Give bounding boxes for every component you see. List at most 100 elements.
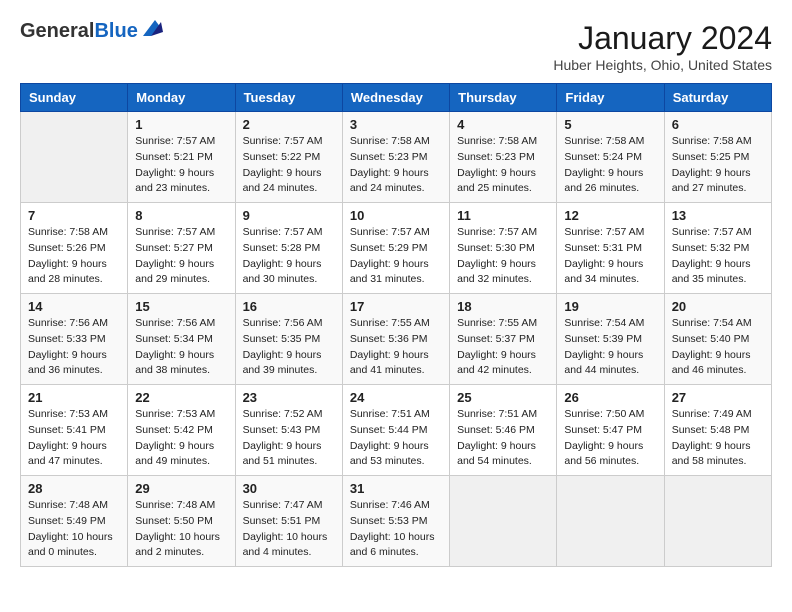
day-number: 1: [135, 117, 227, 132]
day-info: Sunrise: 7:51 AMSunset: 5:46 PMDaylight:…: [457, 407, 549, 470]
day-info: Sunrise: 7:53 AMSunset: 5:41 PMDaylight:…: [28, 407, 120, 470]
day-number: 11: [457, 208, 549, 223]
calendar-cell: 4 Sunrise: 7:58 AMSunset: 5:23 PMDaylight…: [450, 112, 557, 203]
calendar-cell: 18Sunrise: 7:55 AMSunset: 5:37 PMDayligh…: [450, 294, 557, 385]
day-info: Sunrise: 7:57 AMSunset: 5:27 PMDaylight:…: [135, 225, 227, 288]
day-number: 20: [672, 299, 764, 314]
day-number: 14: [28, 299, 120, 314]
calendar-cell: 8Sunrise: 7:57 AMSunset: 5:27 PMDaylight…: [128, 203, 235, 294]
weekday-header: Saturday: [664, 84, 771, 112]
calendar-cell: [21, 112, 128, 203]
calendar-title: January 2024: [553, 20, 772, 57]
day-info: Sunrise: 7:50 AMSunset: 5:47 PMDaylight:…: [564, 407, 656, 470]
day-info: Sunrise: 7:57 AMSunset: 5:22 PMDaylight:…: [243, 134, 335, 197]
calendar-cell: 25Sunrise: 7:51 AMSunset: 5:46 PMDayligh…: [450, 385, 557, 476]
day-info: Sunrise: 7:57 AMSunset: 5:32 PMDaylight:…: [672, 225, 764, 288]
weekday-header: Monday: [128, 84, 235, 112]
calendar-cell: 20 Sunrise: 7:54 AMSunset: 5:40 PMDayligh…: [664, 294, 771, 385]
day-info: Sunrise: 7:46 AMSunset: 5:53 PMDaylight:…: [350, 498, 442, 561]
day-number: 9: [243, 208, 335, 223]
calendar-cell: [557, 476, 664, 567]
logo-bird-icon: [141, 18, 163, 38]
day-number: 31: [350, 481, 442, 496]
calendar-cell: 5Sunrise: 7:58 AMSunset: 5:24 PMDaylight…: [557, 112, 664, 203]
calendar-cell: 7 Sunrise: 7:58 AMSunset: 5:26 PMDaylight…: [21, 203, 128, 294]
day-number: 22: [135, 390, 227, 405]
day-info: Sunrise: 7:56 AMSunset: 5:35 PMDaylight:…: [243, 316, 335, 379]
header: GeneralBlue January 2024 Huber Heights, …: [20, 20, 772, 73]
logo: GeneralBlue: [20, 20, 163, 43]
day-info: Sunrise: 7:57 AMSunset: 5:28 PMDaylight:…: [243, 225, 335, 288]
calendar-cell: 29Sunrise: 7:48 AMSunset: 5:50 PMDayligh…: [128, 476, 235, 567]
day-number: 13: [672, 208, 764, 223]
calendar-cell: 6 Sunrise: 7:58 AMSunset: 5:25 PMDaylight…: [664, 112, 771, 203]
logo-text: GeneralBlue: [20, 20, 163, 43]
calendar-cell: 19 Sunrise: 7:54 AMSunset: 5:39 PMDayligh…: [557, 294, 664, 385]
day-number: 4: [457, 117, 549, 132]
day-number: 17: [350, 299, 442, 314]
day-info: Sunrise: 7:58 AMSunset: 5:23 PMDaylight:…: [457, 134, 549, 197]
day-info: Sunrise: 7:48 AMSunset: 5:50 PMDaylight:…: [135, 498, 227, 561]
day-number: 3: [350, 117, 442, 132]
day-info: Sunrise: 7:58 AMSunset: 5:25 PMDaylight:…: [672, 134, 764, 197]
calendar-cell: 16 Sunrise: 7:56 AMSunset: 5:35 PMDayligh…: [235, 294, 342, 385]
calendar-cell: 11 Sunrise: 7:57 AMSunset: 5:30 PMDayligh…: [450, 203, 557, 294]
logo-general: General: [20, 20, 94, 42]
title-section: January 2024 Huber Heights, Ohio, United…: [553, 20, 772, 73]
weekday-header-row: SundayMondayTuesdayWednesdayThursdayFrid…: [21, 84, 772, 112]
day-info: Sunrise: 7:54 AMSunset: 5:39 PMDaylight:…: [564, 316, 656, 379]
weekday-header: Wednesday: [342, 84, 449, 112]
calendar-cell: [664, 476, 771, 567]
calendar-cell: 2Sunrise: 7:57 AMSunset: 5:22 PMDaylight…: [235, 112, 342, 203]
day-number: 6: [672, 117, 764, 132]
day-info: Sunrise: 7:57 AMSunset: 5:29 PMDaylight:…: [350, 225, 442, 288]
day-info: Sunrise: 7:57 AMSunset: 5:30 PMDaylight:…: [457, 225, 549, 288]
day-info: Sunrise: 7:54 AMSunset: 5:40 PMDaylight:…: [672, 316, 764, 379]
logo-blue: Blue: [94, 20, 137, 42]
day-number: 26: [564, 390, 656, 405]
calendar-cell: 15Sunrise: 7:56 AMSunset: 5:34 PMDayligh…: [128, 294, 235, 385]
day-number: 18: [457, 299, 549, 314]
day-info: Sunrise: 7:47 AMSunset: 5:51 PMDaylight:…: [243, 498, 335, 561]
calendar-cell: 3 Sunrise: 7:58 AMSunset: 5:23 PMDaylight…: [342, 112, 449, 203]
day-info: Sunrise: 7:48 AMSunset: 5:49 PMDaylight:…: [28, 498, 120, 561]
day-info: Sunrise: 7:56 AMSunset: 5:33 PMDaylight:…: [28, 316, 120, 379]
calendar-cell: 31 Sunrise: 7:46 AMSunset: 5:53 PMDayligh…: [342, 476, 449, 567]
day-number: 10: [350, 208, 442, 223]
calendar-cell: 9 Sunrise: 7:57 AMSunset: 5:28 PMDaylight…: [235, 203, 342, 294]
calendar-week-row: 14 Sunrise: 7:56 AMSunset: 5:33 PMDayligh…: [21, 294, 772, 385]
calendar-cell: 1 Sunrise: 7:57 AMSunset: 5:21 PMDaylight…: [128, 112, 235, 203]
day-number: 24: [350, 390, 442, 405]
day-number: 7: [28, 208, 120, 223]
day-number: 15: [135, 299, 227, 314]
calendar-cell: 26 Sunrise: 7:50 AMSunset: 5:47 PMDayligh…: [557, 385, 664, 476]
calendar-cell: 22 Sunrise: 7:53 AMSunset: 5:42 PMDayligh…: [128, 385, 235, 476]
calendar-table: SundayMondayTuesdayWednesdayThursdayFrid…: [20, 83, 772, 567]
weekday-header: Thursday: [450, 84, 557, 112]
calendar-cell: [450, 476, 557, 567]
calendar-week-row: 28 Sunrise: 7:48 AMSunset: 5:49 PMDayligh…: [21, 476, 772, 567]
weekday-header: Friday: [557, 84, 664, 112]
weekday-header: Tuesday: [235, 84, 342, 112]
day-number: 28: [28, 481, 120, 496]
day-info: Sunrise: 7:58 AMSunset: 5:26 PMDaylight:…: [28, 225, 120, 288]
calendar-cell: 12Sunrise: 7:57 AMSunset: 5:31 PMDayligh…: [557, 203, 664, 294]
day-info: Sunrise: 7:53 AMSunset: 5:42 PMDaylight:…: [135, 407, 227, 470]
day-info: Sunrise: 7:57 AMSunset: 5:21 PMDaylight:…: [135, 134, 227, 197]
day-info: Sunrise: 7:58 AMSunset: 5:24 PMDaylight:…: [564, 134, 656, 197]
day-info: Sunrise: 7:55 AMSunset: 5:36 PMDaylight:…: [350, 316, 442, 379]
day-info: Sunrise: 7:58 AMSunset: 5:23 PMDaylight:…: [350, 134, 442, 197]
calendar-cell: 24Sunrise: 7:51 AMSunset: 5:44 PMDayligh…: [342, 385, 449, 476]
calendar-cell: 27Sunrise: 7:49 AMSunset: 5:48 PMDayligh…: [664, 385, 771, 476]
calendar-week-row: 1 Sunrise: 7:57 AMSunset: 5:21 PMDaylight…: [21, 112, 772, 203]
calendar-cell: 13 Sunrise: 7:57 AMSunset: 5:32 PMDayligh…: [664, 203, 771, 294]
calendar-cell: 28 Sunrise: 7:48 AMSunset: 5:49 PMDayligh…: [21, 476, 128, 567]
calendar-cell: 23Sunrise: 7:52 AMSunset: 5:43 PMDayligh…: [235, 385, 342, 476]
calendar-week-row: 7 Sunrise: 7:58 AMSunset: 5:26 PMDaylight…: [21, 203, 772, 294]
calendar-week-row: 21 Sunrise: 7:53 AMSunset: 5:41 PMDayligh…: [21, 385, 772, 476]
day-number: 21: [28, 390, 120, 405]
calendar-cell: 21 Sunrise: 7:53 AMSunset: 5:41 PMDayligh…: [21, 385, 128, 476]
calendar-cell: 17 Sunrise: 7:55 AMSunset: 5:36 PMDayligh…: [342, 294, 449, 385]
day-number: 19: [564, 299, 656, 314]
day-number: 16: [243, 299, 335, 314]
